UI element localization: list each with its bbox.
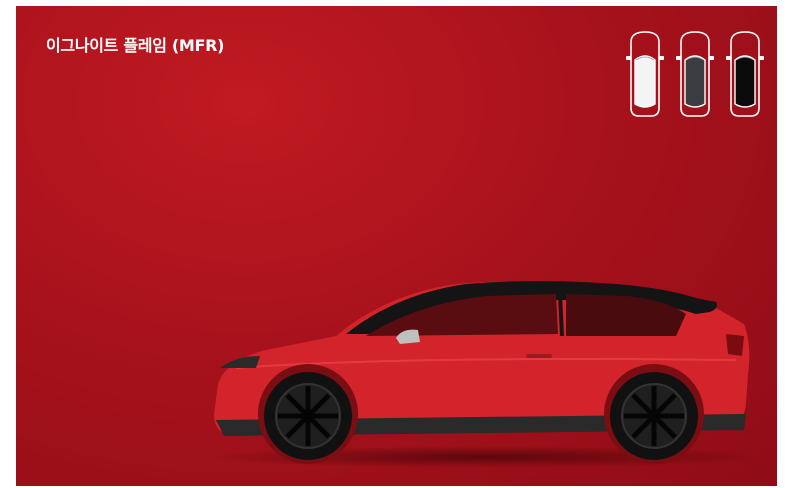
car-side-view-image bbox=[214, 281, 750, 464]
color-preview-panel: 이그나이트 플레임 (MFR) bbox=[16, 6, 777, 486]
roof-color-option-white[interactable] bbox=[625, 28, 665, 120]
roof-color-option-black[interactable] bbox=[725, 28, 765, 120]
roof-color-option-dark-gray[interactable] bbox=[675, 28, 715, 120]
car-topview-icon bbox=[676, 31, 714, 117]
roof-color-selector bbox=[625, 28, 765, 120]
color-name-title: 이그나이트 플레임 (MFR) bbox=[46, 36, 225, 55]
car-topview-icon bbox=[726, 31, 764, 117]
car-topview-icon bbox=[626, 31, 664, 117]
